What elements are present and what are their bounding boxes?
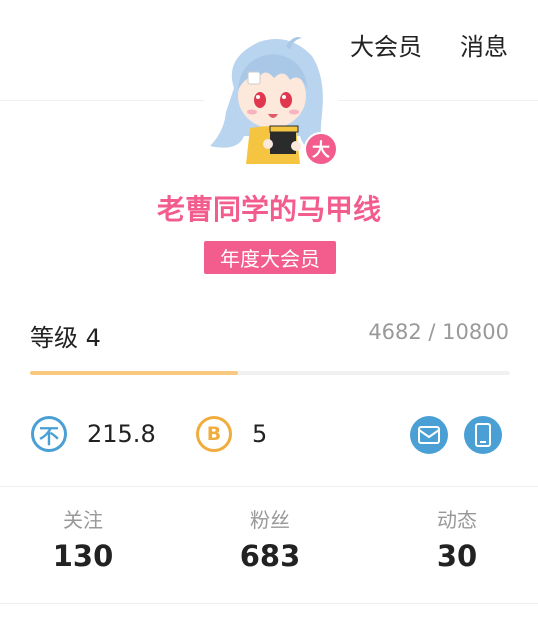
wallet-row: 不 215.8 B 5	[0, 414, 538, 458]
level-label: 等级 4	[30, 324, 101, 352]
phone-button[interactable]	[464, 416, 502, 454]
level-progress-bar	[30, 371, 510, 375]
ycoin-icon: 不	[31, 416, 67, 452]
level-exp: 4682 / 10800	[368, 320, 509, 344]
vip-tag[interactable]: 年度大会员	[204, 241, 336, 274]
section-divider	[0, 486, 538, 487]
stat-label: 关注	[63, 508, 103, 532]
ycoin-value: 215.8	[87, 420, 156, 448]
stats-row: 关注 130 粉丝 683 动态 30	[0, 506, 538, 586]
stat-value: 130	[52, 539, 114, 573]
bcoin-value: 5	[252, 420, 268, 448]
mail-button[interactable]	[410, 416, 448, 454]
stat-label: 动态	[437, 508, 477, 532]
messages-link[interactable]: 消息	[460, 30, 508, 64]
vip-badge-icon: 大	[304, 132, 338, 166]
stat-fans[interactable]: 粉丝 683	[190, 506, 350, 576]
username: 老曹同学的马甲线	[156, 193, 381, 226]
stat-value: 30	[436, 539, 478, 573]
mail-icon	[418, 426, 440, 444]
vip-link[interactable]: 大会员	[350, 30, 422, 64]
stat-following[interactable]: 关注 130	[3, 506, 163, 576]
stat-label: 粉丝	[250, 508, 290, 532]
bcoin-icon: B	[196, 416, 232, 452]
level-progress-fill	[30, 371, 238, 375]
bottom-divider	[0, 603, 538, 604]
stat-dynamics[interactable]: 动态 30	[377, 506, 537, 576]
phone-icon	[475, 423, 491, 447]
stat-value: 683	[239, 539, 301, 573]
avatar[interactable]: 大	[204, 28, 338, 174]
